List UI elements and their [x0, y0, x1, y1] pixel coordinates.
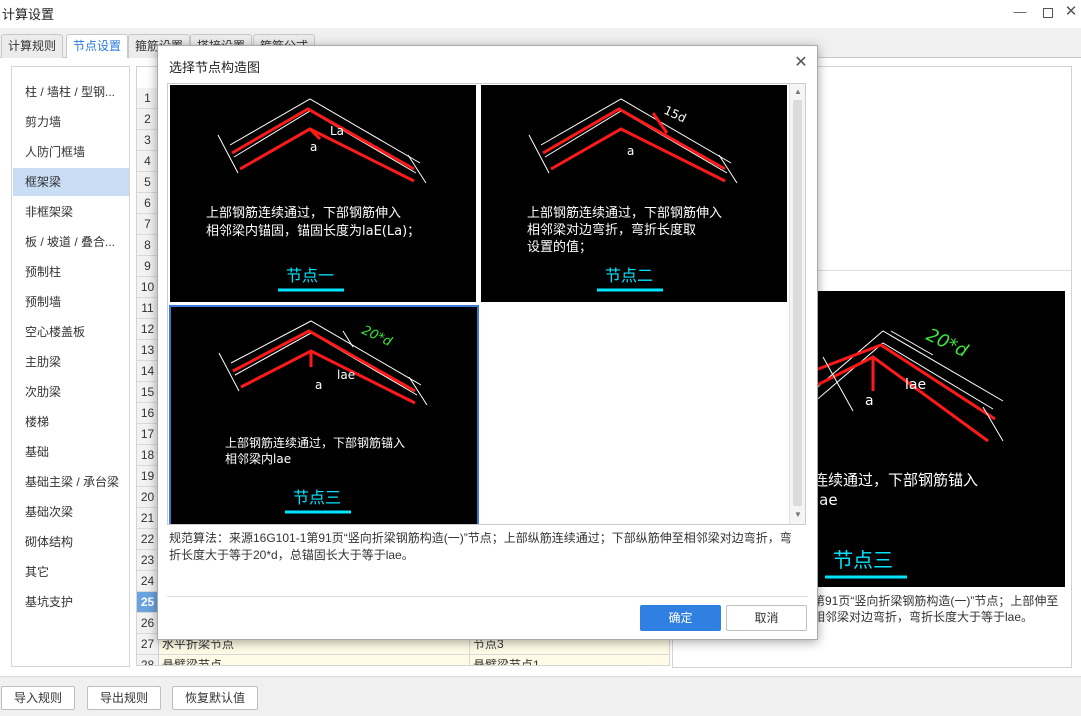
- node-thumb-2[interactable]: 15d a 上部钢筋连续通过，下部钢筋伸入 相邻梁对边弯折，弯折长度取 设置的值…: [481, 85, 787, 302]
- row-number[interactable]: 4: [137, 151, 159, 172]
- category-item[interactable]: 空心楼盖板: [13, 318, 129, 346]
- scroll-down-icon[interactable]: ▼: [793, 510, 803, 520]
- thumb-caption: 节点一: [286, 266, 334, 285]
- preview-text-line: lae: [815, 491, 838, 509]
- scroll-up-icon[interactable]: ▲: [793, 87, 803, 97]
- row-number[interactable]: 20: [137, 487, 159, 508]
- category-item[interactable]: 基坑支护: [13, 588, 129, 616]
- node-gallery: La a 上部钢筋连续通过，下部钢筋伸入 相邻梁内锚固，锚固长度为laE(La)…: [167, 83, 806, 525]
- category-item[interactable]: 次肋梁: [13, 378, 129, 406]
- tab-calc-rules[interactable]: 计算规则: [1, 34, 64, 58]
- dialog-title: 选择节点构造图: [169, 60, 261, 75]
- preview-node-image: 20*d lae a 连续通过，下部钢筋锚入 lae 节点三: [813, 291, 1065, 587]
- preview-caption: 节点三: [833, 548, 893, 572]
- category-item-selected[interactable]: 框架梁: [13, 168, 129, 196]
- thumb-text-line: 上部钢筋连续通过，下部钢筋伸入: [527, 205, 722, 221]
- row-number[interactable]: 2: [137, 109, 159, 130]
- export-rules-button[interactable]: 导出规则: [87, 686, 162, 710]
- row-number[interactable]: 6: [137, 193, 159, 214]
- preview-text-line: 连续通过，下部钢筋锚入: [813, 471, 978, 489]
- thumb-dim-label: La: [330, 124, 344, 138]
- row-number[interactable]: 21: [137, 508, 159, 529]
- row-number[interactable]: 10: [137, 277, 159, 298]
- row-number[interactable]: 22: [137, 529, 159, 550]
- row-number[interactable]: 15: [137, 382, 159, 403]
- row-number[interactable]: 1: [137, 88, 159, 109]
- node-thumb-3-selected[interactable]: 20*d lae a 上部钢筋连续通过，下部钢筋锚入 相邻梁内lae 节点三: [169, 305, 479, 524]
- category-item[interactable]: 主肋梁: [13, 348, 129, 376]
- bottom-toolbar: 导入规则 导出规则 恢复默认值: [0, 676, 1081, 716]
- thumb-text-line: 上部钢筋连续通过，下部钢筋锚入: [225, 435, 405, 450]
- maximize-icon[interactable]: [1039, 3, 1057, 21]
- rule-description: 规范算法：来源16G101-1第91页“竖向折梁钢筋构造(一)”节点；上部纵筋连…: [169, 531, 792, 562]
- tab-node-settings[interactable]: 节点设置: [66, 34, 129, 59]
- row-value-cell[interactable]: 悬臂梁节点1: [470, 655, 669, 665]
- thumb-text-line: 相邻梁对边弯折，弯折长度取: [527, 222, 696, 238]
- confirm-button[interactable]: 确定: [640, 605, 721, 631]
- category-item[interactable]: 基础次梁: [13, 498, 129, 526]
- restore-defaults-button[interactable]: 恢复默认值: [172, 686, 259, 710]
- node-thumb-1[interactable]: La a 上部钢筋连续通过，下部钢筋伸入 相邻梁内锚固，锚固长度为laE(La)…: [170, 85, 476, 302]
- row-number[interactable]: 12: [137, 319, 159, 340]
- preview-angle-label: a: [865, 393, 874, 409]
- thumb-caption: 节点三: [293, 488, 341, 507]
- category-item[interactable]: 剪力墙: [13, 108, 129, 136]
- category-item[interactable]: 板 / 坡道 / 叠合...: [13, 228, 129, 256]
- category-item[interactable]: 预制柱: [13, 258, 129, 286]
- thumb-lae-label: lae: [337, 368, 355, 382]
- category-item[interactable]: 人防门框墙: [13, 138, 129, 166]
- row-number[interactable]: 7: [137, 214, 159, 235]
- thumb-angle-label: a: [627, 144, 634, 158]
- select-node-dialog: 选择节点构造图 ✕ La a 上部钢筋连续通过，下部钢筋伸入 相邻梁内锚固，锚固…: [157, 45, 818, 640]
- thumb-text-line: 设置的值；: [527, 239, 592, 255]
- category-item[interactable]: 非框架梁: [13, 198, 129, 226]
- scrollbar-thumb[interactable]: [793, 100, 802, 506]
- row-number-selected[interactable]: 25: [137, 592, 159, 613]
- window-title: 计算设置: [2, 7, 55, 22]
- thumb-text-line: 相邻梁内lae: [225, 451, 291, 466]
- thumb-text-line: 相邻梁内锚固，锚固长度为laE(La)；: [206, 223, 420, 239]
- row-number[interactable]: 26: [137, 613, 159, 634]
- close-icon[interactable]: ✕: [1062, 3, 1080, 21]
- divider: [167, 596, 808, 597]
- category-list: 柱 / 墙柱 / 型钢... 剪力墙 人防门框墙 框架梁 非框架梁 板 / 坡道…: [11, 66, 130, 667]
- thumb-text-line: 上部钢筋连续通过，下部钢筋伸入: [206, 205, 401, 221]
- category-item[interactable]: 柱 / 墙柱 / 型钢...: [13, 78, 129, 106]
- gallery-scrollbar[interactable]: ▲ ▼: [789, 84, 805, 524]
- thumb-angle-label: a: [310, 140, 317, 154]
- title-bar: 计算设置 — ✕: [0, 0, 1081, 28]
- row-number[interactable]: 18: [137, 445, 159, 466]
- row-number[interactable]: 5: [137, 172, 159, 193]
- row-number[interactable]: 11: [137, 298, 159, 319]
- preview-description: 第91页“竖向折梁钢筋构造(一)”节点；上部伸至相邻梁对边弯折，弯折长度大于等于…: [813, 594, 1059, 624]
- row-number[interactable]: 16: [137, 403, 159, 424]
- category-item[interactable]: 预制墙: [13, 288, 129, 316]
- row-number[interactable]: 9: [137, 256, 159, 277]
- row-number[interactable]: 17: [137, 424, 159, 445]
- thumb-caption: 节点二: [605, 266, 653, 285]
- preview-lae-label: lae: [905, 377, 926, 393]
- minimize-icon[interactable]: —: [1011, 3, 1029, 21]
- row-number[interactable]: 24: [137, 571, 159, 592]
- import-rules-button[interactable]: 导入规则: [1, 686, 76, 710]
- row-number[interactable]: 28: [137, 655, 159, 665]
- category-item[interactable]: 砌体结构: [13, 528, 129, 556]
- row-number[interactable]: 19: [137, 466, 159, 487]
- category-item[interactable]: 其它: [13, 558, 129, 586]
- row-number[interactable]: 8: [137, 235, 159, 256]
- category-item[interactable]: 楼梯: [13, 408, 129, 436]
- thumb-angle-label: a: [315, 378, 322, 392]
- close-icon[interactable]: ✕: [792, 54, 810, 72]
- row-number[interactable]: 13: [137, 340, 159, 361]
- row-number[interactable]: 3: [137, 130, 159, 151]
- row-number[interactable]: 14: [137, 361, 159, 382]
- row-name-cell[interactable]: 悬臂梁节点: [159, 655, 470, 665]
- cancel-button[interactable]: 取消: [726, 605, 807, 631]
- row-number[interactable]: 27: [137, 634, 159, 655]
- category-item[interactable]: 基础: [13, 438, 129, 466]
- category-item[interactable]: 基础主梁 / 承台梁: [13, 468, 129, 496]
- row-number[interactable]: 23: [137, 550, 159, 571]
